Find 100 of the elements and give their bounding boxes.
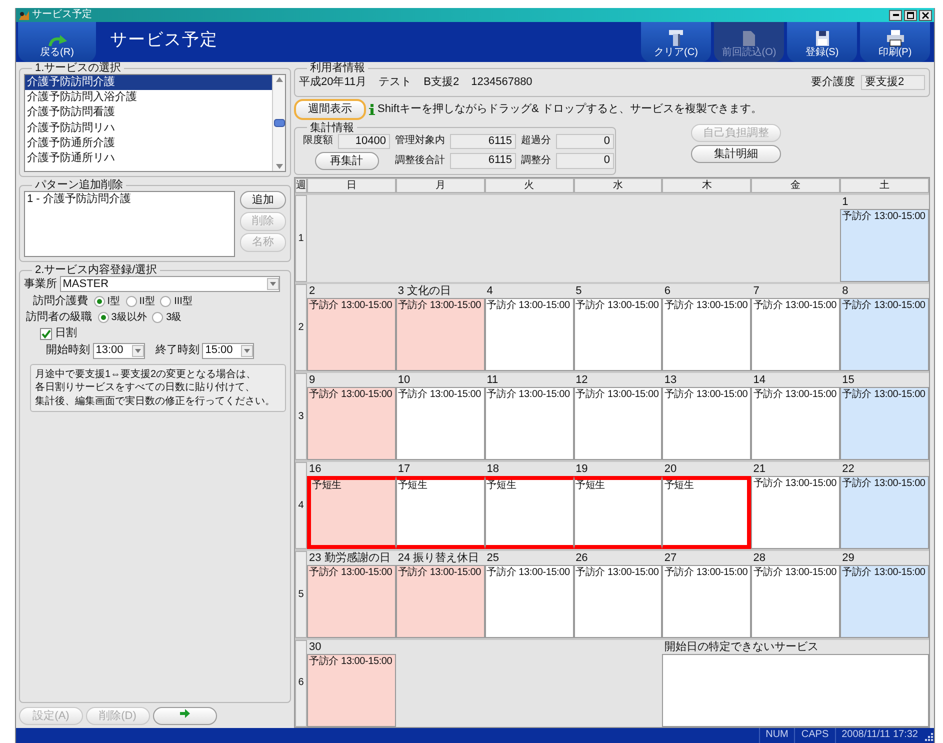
day-cell[interactable]: 予訪介 13:00-15:00 xyxy=(662,298,752,372)
day-cell[interactable]: 予訪介 13:00-15:00 xyxy=(396,387,485,460)
date-label: 27 xyxy=(664,551,677,566)
day-cell[interactable]: 予訪介 13:00-15:00 xyxy=(840,387,929,460)
list-item[interactable]: 介護予防訪問リハ xyxy=(25,120,272,136)
list-item[interactable]: 1 - 介護予防訪問介護 xyxy=(25,192,234,208)
date-label: 4 xyxy=(486,284,493,298)
day-cell[interactable]: 予訪介 13:00-15:00 xyxy=(840,565,929,638)
date-label: 30 xyxy=(309,640,322,654)
day-cell[interactable]: 予訪介 13:00-15:00 xyxy=(574,387,662,460)
group-title: パターン追加削除 xyxy=(34,179,124,192)
close-icon xyxy=(922,12,929,18)
hint-text: Shiftキーを押しながらドラッグ& ドロップすると、サービスを複製できます。 xyxy=(378,102,762,116)
service-entry: 予訪介 13:00-15:00 xyxy=(576,389,660,402)
day-cell[interactable]: 予訪介 13:00-15:00 xyxy=(307,387,396,460)
radio-button[interactable] xyxy=(98,312,108,324)
office-dropdown[interactable]: MASTER xyxy=(60,276,280,292)
service-entry: 予訪介 13:00-15:00 xyxy=(486,567,571,580)
radio-button[interactable] xyxy=(94,296,104,308)
day-cell[interactable]: 予訪介 13:00-15:00 xyxy=(840,209,929,282)
day-cell[interactable]: 予訪介 13:00-15:00 xyxy=(751,565,840,638)
day-cell[interactable]: 予訪介 13:00-15:00 xyxy=(396,565,485,638)
service-entry: 予訪介 13:00-15:00 xyxy=(842,478,926,490)
weekly-view-button[interactable]: 週間表示 xyxy=(294,99,366,120)
back-button[interactable]: 戻る(R) xyxy=(18,22,96,62)
date-label: 1 xyxy=(842,195,848,210)
toolbar-button[interactable]: 印刷(P) xyxy=(860,22,930,62)
list-item[interactable]: 介護予防通所介護 xyxy=(25,136,272,152)
time-dropdown[interactable]: 13:00 xyxy=(92,342,145,359)
day-cell[interactable]: 予訪介 13:00-15:00 xyxy=(484,387,574,460)
maximize-button[interactable] xyxy=(904,10,917,20)
checkbox[interactable] xyxy=(40,328,52,340)
radio-button[interactable] xyxy=(152,312,164,324)
user-info-text: B支援2 xyxy=(424,76,460,90)
day-cell[interactable]: 予訪介 13:00-15:00 xyxy=(307,654,396,727)
day-cell[interactable]: 予訪介 13:00-15:00 xyxy=(662,565,752,638)
day-cell[interactable]: 予訪介 13:00-15:00 xyxy=(840,298,929,372)
week-number: 5 xyxy=(295,551,307,638)
date-label: 14 xyxy=(753,373,766,388)
summary-button[interactable]: 集計明細 xyxy=(691,144,781,163)
date-label: 3 xyxy=(398,284,404,298)
service-entry: 予訪介 13:00-15:00 xyxy=(753,567,838,580)
service-entry: 予訪介 13:00-15:00 xyxy=(309,567,394,580)
day-cell[interactable]: 予訪介 13:00-15:00 xyxy=(574,565,662,638)
weekday-header: 金 xyxy=(751,178,840,194)
toolbar-button[interactable]: 登録(S) xyxy=(787,22,857,62)
next-button[interactable] xyxy=(152,706,216,725)
radio-button[interactable] xyxy=(160,296,172,308)
week-number: 4 xyxy=(295,462,307,550)
day-cell[interactable]: 予訪介 13:00-15:00 xyxy=(840,476,929,550)
unscheduled-panel[interactable] xyxy=(662,654,929,727)
user-info-text: 平成20年11月 xyxy=(299,76,367,90)
list-item[interactable]: 介護予防訪問看護 xyxy=(25,105,272,121)
caret-icon xyxy=(241,344,254,357)
value-field: 6115 xyxy=(450,134,516,149)
caret-icon xyxy=(132,344,144,357)
day-cell[interactable]: 予訪介 13:00-15:00 xyxy=(751,387,840,460)
day-cell[interactable]: 予短生 xyxy=(662,476,752,550)
info-icon xyxy=(368,104,375,115)
care-level-field: 要支援2 xyxy=(861,75,925,90)
radio-button[interactable] xyxy=(126,296,137,308)
minimize-button[interactable] xyxy=(889,10,902,20)
weekday-header: 火 xyxy=(484,178,574,194)
day-cell[interactable]: 予短生 xyxy=(307,476,396,550)
list-item[interactable]: 介護予防訪問入浴介護 xyxy=(25,90,272,106)
user-info-text: テスト xyxy=(378,76,412,90)
day-cell[interactable]: 予訪介 13:00-15:00 xyxy=(307,298,396,372)
day-cell[interactable]: 予訪介 13:00-15:00 xyxy=(484,298,574,372)
service-entry: 予訪介 13:00-15:00 xyxy=(753,300,838,312)
scrollbar[interactable] xyxy=(272,75,285,172)
day-cell[interactable]: 予訪介 13:00-15:00 xyxy=(307,565,396,638)
status-text: NUM xyxy=(758,728,794,743)
day-cell[interactable]: 予訪介 13:00-15:00 xyxy=(662,387,752,460)
day-cell[interactable]: 予訪介 13:00-15:00 xyxy=(484,565,574,638)
time-dropdown[interactable]: 15:00 xyxy=(202,342,254,359)
day-cell[interactable]: 予短生 xyxy=(484,476,574,550)
service-entry: 予訪介 13:00-15:00 xyxy=(576,567,660,580)
weekday-header: 月 xyxy=(396,178,485,194)
recalculate-button[interactable]: 再集計 xyxy=(314,152,378,170)
date-label: 13 xyxy=(664,373,677,388)
radio-label: II型 xyxy=(139,296,155,308)
group-title: 1.サービスの選択 xyxy=(34,62,122,74)
toolbar-button[interactable]: クリア(C) xyxy=(641,22,711,62)
day-cell[interactable]: 予短生 xyxy=(574,476,662,550)
app-icon xyxy=(18,10,30,20)
list-item[interactable]: 介護予防通所リハ xyxy=(25,151,272,166)
pattern-button[interactable]: 追加 xyxy=(240,191,286,210)
list-item[interactable]: 介護予防訪問介護 xyxy=(25,75,272,90)
scroll-up-icon xyxy=(274,76,284,84)
day-cell[interactable]: 予訪介 13:00-15:00 xyxy=(751,298,840,372)
day-cell[interactable]: 予訪介 13:00-15:00 xyxy=(396,298,485,372)
day-cell[interactable]: 予訪介 13:00-15:00 xyxy=(751,476,840,550)
service-entry: 予短生 xyxy=(664,480,695,492)
day-cell[interactable]: 予訪介 13:00-15:00 xyxy=(574,298,662,372)
service-entry: 予訪介 13:00-15:00 xyxy=(842,211,926,224)
date-label: 19 xyxy=(576,462,588,476)
close-button[interactable] xyxy=(919,10,932,20)
service-entry: 予訪介 13:00-15:00 xyxy=(842,300,926,312)
date-label: 10 xyxy=(398,373,410,388)
day-cell[interactable]: 予短生 xyxy=(396,476,485,550)
